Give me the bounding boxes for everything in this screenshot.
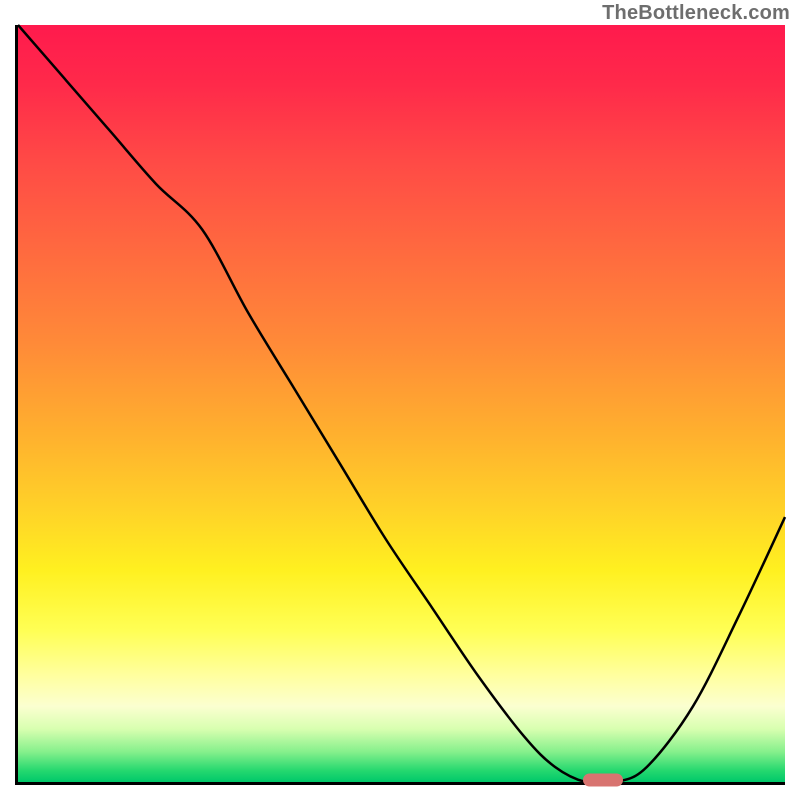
chart-container: TheBottleneck.com [0,0,800,800]
optimal-range-marker [583,774,623,787]
bottleneck-curve [18,25,785,782]
watermark-text: TheBottleneck.com [602,2,790,25]
plot-frame [15,25,785,785]
curve-path [18,25,785,784]
